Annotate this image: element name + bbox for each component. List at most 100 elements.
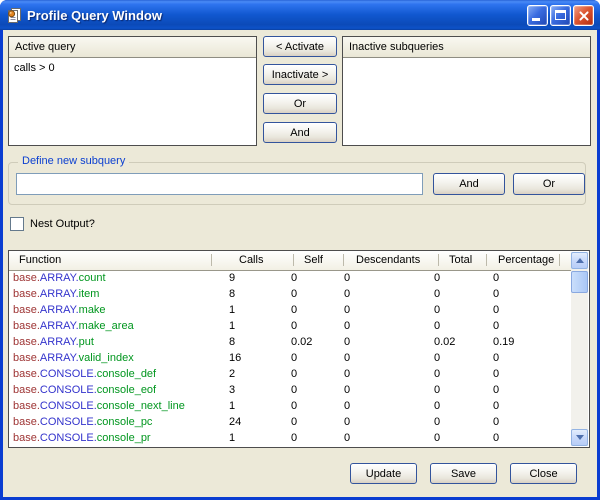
table-row[interactable]: base.ARRAY.put80.0200.020.19 bbox=[9, 335, 572, 351]
cell-total: 0 bbox=[434, 400, 440, 412]
column-divider bbox=[211, 254, 212, 266]
column-header-percentage[interactable]: Percentage bbox=[498, 254, 554, 266]
nest-output-checkbox[interactable] bbox=[10, 217, 24, 231]
cell-function: base.ARRAY.valid_index bbox=[13, 352, 134, 364]
and-button[interactable]: And bbox=[433, 173, 505, 195]
or-button[interactable]: Or bbox=[513, 173, 585, 195]
table-row[interactable]: base.CONSOLE.console_pr 1 0 0 0 0 bbox=[9, 431, 572, 447]
cell-self: 0 bbox=[291, 400, 297, 412]
inactive-subqueries-list[interactable] bbox=[343, 59, 590, 145]
cell-total: 0 bbox=[434, 352, 440, 364]
and-transfer-button[interactable]: And bbox=[263, 122, 337, 143]
scrollbar-thumb[interactable] bbox=[571, 271, 588, 293]
cell-percentage: 0 bbox=[493, 432, 499, 444]
cell-function: base.CONSOLE.console_pr bbox=[13, 432, 151, 444]
column-header-function[interactable]: Function bbox=[19, 254, 61, 266]
cell-function: base.ARRAY.put bbox=[13, 336, 94, 348]
active-query-header: Active query bbox=[9, 37, 256, 58]
scroll-up-button[interactable] bbox=[571, 252, 588, 269]
maximize-button[interactable] bbox=[550, 5, 571, 26]
table-row[interactable]: base.ARRAY.make_area10000 bbox=[9, 319, 572, 335]
column-divider bbox=[293, 254, 294, 266]
or-transfer-button[interactable]: Or bbox=[263, 93, 337, 114]
cell-function: base.ARRAY.make_area bbox=[13, 320, 134, 332]
subquery-input[interactable] bbox=[16, 173, 423, 195]
cell-descendants: 0 bbox=[344, 272, 350, 284]
cell-self: 0 bbox=[291, 352, 297, 364]
cell-total: 0 bbox=[434, 432, 440, 444]
cell-percentage: 0 bbox=[493, 304, 499, 316]
column-divider bbox=[559, 254, 560, 266]
column-header-calls[interactable]: Calls bbox=[239, 254, 263, 266]
cell-percentage: 0 bbox=[493, 320, 499, 332]
arrow-down-icon bbox=[576, 435, 584, 440]
column-header-self[interactable]: Self bbox=[304, 254, 323, 266]
cell-self: 0 bbox=[291, 432, 297, 444]
window-controls bbox=[527, 5, 594, 26]
cell-total: 0 bbox=[434, 384, 440, 396]
update-button[interactable]: Update bbox=[350, 463, 417, 484]
column-header-descendants[interactable]: Descendants bbox=[356, 254, 420, 266]
cell-descendants: 0 bbox=[344, 352, 350, 364]
maximize-icon bbox=[555, 10, 566, 20]
define-subquery-title: Define new subquery bbox=[18, 155, 129, 167]
cell-self: 0 bbox=[291, 368, 297, 380]
column-divider bbox=[343, 254, 344, 266]
table-header: Function Calls Self Descendants Total Pe… bbox=[9, 251, 572, 271]
column-header-total[interactable]: Total bbox=[449, 254, 472, 266]
scroll-down-button[interactable] bbox=[571, 429, 588, 446]
cell-total: 0 bbox=[434, 288, 440, 300]
cell-self: 0 bbox=[291, 384, 297, 396]
table-row[interactable]: base.CONSOLE.console_pc240000 bbox=[9, 415, 572, 431]
cell-total: 0 bbox=[434, 320, 440, 332]
cell-calls: 8 bbox=[229, 336, 235, 348]
document-with-orange-ball-icon[interactable] bbox=[6, 7, 22, 23]
titlebar[interactable]: Profile Query Window bbox=[0, 0, 600, 30]
table-row[interactable]: base.CONSOLE.console_next_line10000 bbox=[9, 399, 572, 415]
cell-total: 0 bbox=[434, 416, 440, 428]
active-query-item[interactable]: calls > 0 bbox=[9, 59, 256, 77]
cell-self: 0 bbox=[291, 288, 297, 300]
cell-total: 0.02 bbox=[434, 336, 455, 348]
active-query-panel: Active query calls > 0 bbox=[8, 36, 257, 146]
cell-calls: 3 bbox=[229, 384, 235, 396]
minimize-icon bbox=[532, 18, 540, 21]
table-row[interactable]: base.ARRAY.valid_index160000 bbox=[9, 351, 572, 367]
inactivate-button[interactable]: Inactivate > bbox=[263, 64, 337, 85]
cell-calls: 1 bbox=[229, 432, 235, 444]
cell-function: base.CONSOLE.console_def bbox=[13, 368, 156, 380]
save-button[interactable]: Save bbox=[430, 463, 497, 484]
cell-percentage: 0 bbox=[493, 368, 499, 380]
cell-percentage: 0 bbox=[493, 416, 499, 428]
table-row[interactable]: base.ARRAY.item80000 bbox=[9, 287, 572, 303]
arrow-up-icon bbox=[576, 258, 584, 263]
cell-descendants: 0 bbox=[344, 304, 350, 316]
table-row[interactable]: base.CONSOLE.console_eof30000 bbox=[9, 383, 572, 399]
table-row[interactable]: base.CONSOLE.console_def20000 bbox=[9, 367, 572, 383]
cell-total: 0 bbox=[434, 272, 440, 284]
cell-calls: 2 bbox=[229, 368, 235, 380]
close-dialog-button[interactable]: Close bbox=[510, 463, 577, 484]
cell-self: 0 bbox=[291, 272, 297, 284]
active-query-list[interactable]: calls > 0 bbox=[9, 59, 256, 145]
cell-percentage: 0 bbox=[493, 400, 499, 412]
nest-output-label: Nest Output? bbox=[30, 218, 95, 230]
cell-self: 0 bbox=[291, 304, 297, 316]
cell-descendants: 0 bbox=[344, 400, 350, 412]
cell-function: base.CONSOLE.console_pc bbox=[13, 416, 152, 428]
cell-function: base.ARRAY.count bbox=[13, 272, 106, 284]
cell-calls: 24 bbox=[229, 416, 241, 428]
vertical-scrollbar[interactable] bbox=[571, 252, 588, 446]
cell-function: base.CONSOLE.console_eof bbox=[13, 384, 156, 396]
activate-button[interactable]: < Activate bbox=[263, 36, 337, 57]
cell-percentage: 0 bbox=[493, 288, 499, 300]
close-button[interactable] bbox=[573, 5, 594, 26]
table-row[interactable]: base.ARRAY.make10000 bbox=[9, 303, 572, 319]
cell-calls: 16 bbox=[229, 352, 241, 364]
minimize-button[interactable] bbox=[527, 5, 548, 26]
cell-descendants: 0 bbox=[344, 432, 350, 444]
table-row[interactable]: base.ARRAY.count90000 bbox=[9, 271, 572, 287]
cell-function: base.ARRAY.item bbox=[13, 288, 99, 300]
cell-calls: 1 bbox=[229, 400, 235, 412]
cell-descendants: 0 bbox=[344, 384, 350, 396]
